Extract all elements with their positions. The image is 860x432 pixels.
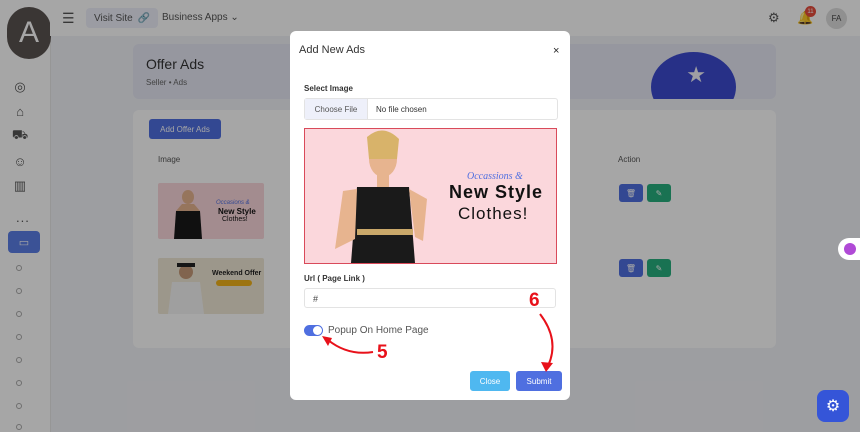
step-5-label: 5 [377, 342, 388, 363]
step-6-label: 6 [529, 290, 540, 311]
arrow-5-head [322, 336, 332, 346]
annotation-arrows [322, 313, 554, 372]
arrow-6-head [541, 362, 553, 372]
arrow-6 [539, 313, 554, 367]
arrow-5 [327, 339, 374, 354]
